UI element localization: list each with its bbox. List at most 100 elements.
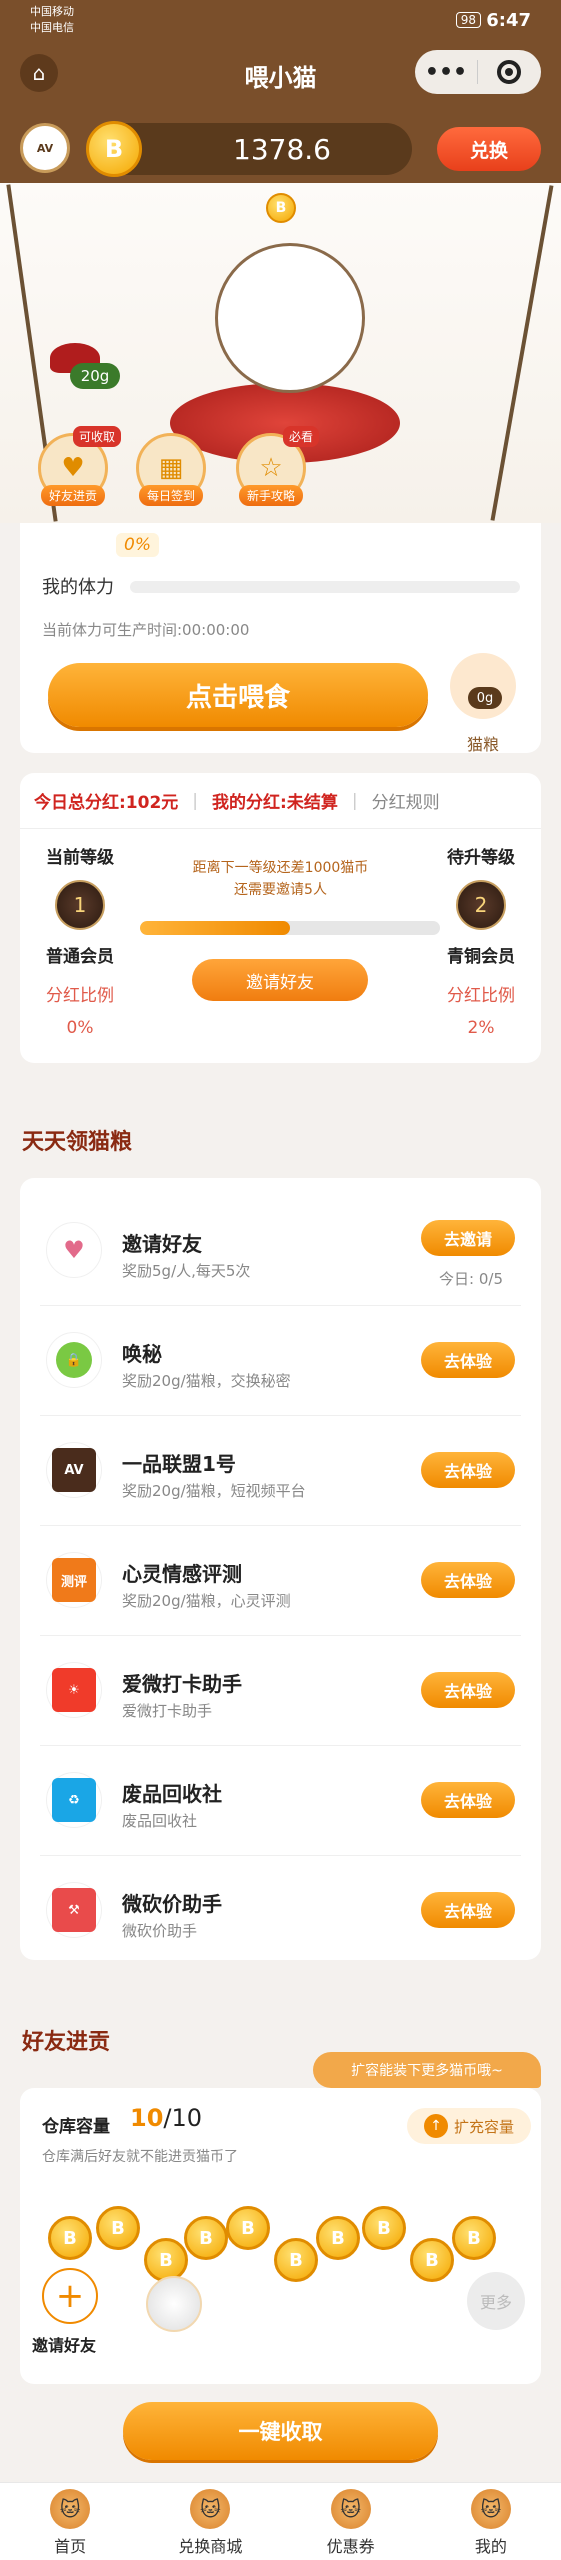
next-ratio-value: 2% [467,1018,495,1038]
must-see-tag: 必看 [282,426,319,447]
nav-bar: ⌂ 喂小猫 ••• [0,40,561,115]
stamina-percent: 0% [116,533,159,557]
lucky-cat-image[interactable] [215,243,365,393]
current-level: 当前等级 1 普通会员 分红比例 0% [30,843,130,1038]
invites-needed: 还需要邀请5人 [234,882,327,898]
close-miniprogram-button[interactable] [478,60,540,84]
tab-coupons[interactable]: 🐱 优惠券 [281,2483,421,2560]
floating-coin-icon[interactable]: B [266,193,296,223]
task-action-button[interactable]: 去体验 [421,1672,515,1708]
lock-icon: 🔒 [46,1332,102,1388]
expand-capacity-button[interactable]: ↑ 扩充容量 [407,2108,531,2144]
tribute-coin-icon[interactable]: B [316,2216,360,2260]
tribute-coin-icon[interactable]: B [96,2206,140,2250]
bonus-header: 今日总分红:102元 | 我的分红:未结算 | 分红规则 [20,773,541,829]
expand-tooltip: 扩容能装下更多猫币哦~ [313,2052,541,2088]
coins-needed: 距离下一等级还差1000猫币 [192,860,369,876]
tab-bar: 🐱 首页 🐱 兑换商城 🐱 优惠券 🐱 我的 [0,2482,561,2560]
miniprogram-capsule: ••• [415,50,541,94]
tribute-coin-icon[interactable]: B [362,2206,406,2250]
friend-tribute-title: 好友进贡 [22,2030,111,2055]
collect-all-button[interactable]: 一键收取 [123,2402,438,2460]
friend-tribute-button[interactable]: ♥ 可收取 好友进贡 [38,426,121,506]
sun-icon: ☀ [46,1662,102,1718]
brand-logo: AV [20,123,70,173]
cat-icon: 🐱 [330,2489,371,2529]
tribute-coin-icon[interactable]: B [184,2216,228,2260]
invite-friends-button[interactable]: 邀请好友 [192,959,368,1001]
invite-friends-label: 邀请好友 [32,2336,97,2355]
daily-checkin-button[interactable]: ▦ 每日签到 [136,433,206,506]
task-title: 邀请好友 [122,1232,202,1256]
beginner-guide-button[interactable]: ☆ 必看 新手攻略 [236,426,319,506]
today-total-bonus: 今日总分红:102元 [34,793,179,813]
av-logo-icon: AV [46,1442,102,1498]
next-level-title: 待升等级 [447,848,515,868]
tribute-coin-icon[interactable]: B [48,2216,92,2260]
capacity-used: 10 [130,2104,164,2132]
tribute-coin-icon[interactable]: B [226,2206,270,2250]
cat-icon: 🐱 [50,2489,91,2529]
more-button[interactable]: ••• [415,60,477,85]
current-ratio-value: 0% [66,1018,94,1038]
stamina-card: 0% 我的体力 当前体力可生产时间:00:00:00 点击喂食 0g 猫粮 [20,523,541,754]
collectible-tag: 可收取 [72,426,121,447]
tab-label: 兑换商城 [178,2537,243,2556]
cat-icon: 🐱 [190,2489,231,2529]
battery-level: 98 [455,12,481,28]
vip-badge-icon: 1 [55,880,105,930]
exchange-button[interactable]: 兑换 [437,127,541,171]
avatar[interactable] [146,2276,202,2332]
carrier-2: 中国电信 [30,21,74,34]
balance-pill: B 1378.6 [86,121,412,177]
star-icon: ☆ [259,453,283,483]
tribute-coin-icon[interactable]: B [274,2238,318,2282]
cat-scene: B 20g ♥ 可收取 好友进贡 ▦ 每日签到 ☆ 必看 新手攻略 [0,183,561,523]
feed-button[interactable]: 点击喂食 [48,663,428,727]
task-action-button[interactable]: 去邀请 [421,1220,515,1256]
tribute-coin-icon[interactable]: B [144,2238,188,2282]
next-ratio-label: 分红比例 [447,986,515,1006]
task-action-button[interactable]: 去体验 [421,1562,515,1598]
next-level: 待升等级 2 青铜会员 分红比例 2% [431,843,531,1038]
daily-food-title: 天天领猫粮 [22,1130,133,1155]
produce-time: 当前体力可生产时间:00:00:00 [42,621,250,639]
list-item: ♻ 废品回收社 废品回收社 去体验 [40,1746,521,1856]
task-title: 废品回收社 [122,1782,222,1806]
arrow-up-icon: ↑ [423,2114,448,2138]
next-level-name: 青铜会员 [447,947,515,967]
task-action-button[interactable]: 去体验 [421,1452,515,1488]
tab-home[interactable]: 🐱 首页 [0,2483,140,2560]
current-ratio-label: 分红比例 [46,986,114,1006]
task-action-button[interactable]: 去体验 [421,1342,515,1378]
wallet-bar: AV B 1378.6 兑换 [0,115,561,183]
task-list: ♥ 邀请好友 奖励5g/人,每天5次 去邀请 今日: 0/5 🔒 唤秘 奖励20… [20,1178,541,1960]
level-progress-bar [140,921,440,935]
stamina-label: 我的体力 [42,577,114,598]
task-title: 心灵情感评测 [122,1562,242,1586]
task-action-button[interactable]: 去体验 [421,1782,515,1818]
bonus-rules-link[interactable]: 分红规则 [358,788,454,813]
tribute-coin-icon[interactable]: B [410,2238,454,2282]
friend-tribute-card: 扩容能装下更多猫币哦~ 仓库容量 10/10 仓库满后好友就不能进贡猫币了 ↑ 扩… [20,2052,541,2384]
capacity-total: /10 [163,2104,203,2132]
calendar-icon: ▦ [158,453,184,483]
task-title: 爱微打卡助手 [122,1672,242,1696]
capacity-label: 仓库容量 [42,2117,110,2137]
bowl-food-amount: 20g [70,363,120,389]
add-friend-button[interactable]: + [42,2268,98,2324]
task-title: 微砍价助手 [122,1892,222,1916]
tab-mine[interactable]: 🐱 我的 [421,2483,561,2560]
bonus-card: 今日总分红:102元 | 我的分红:未结算 | 分红规则 当前等级 1 普通会员… [20,773,541,1063]
task-desc: 奖励5g/人,每天5次 [122,1262,251,1280]
capacity-value: 10/10 [130,2104,202,2132]
tab-mall[interactable]: 🐱 兑换商城 [140,2483,280,2560]
brand-logo-text: AV [36,141,54,155]
cat-food-stock[interactable]: 0g 猫粮 [450,653,516,754]
my-bonus: 我的分红:未结算 [212,793,338,813]
task-action-button[interactable]: 去体验 [421,1892,515,1928]
tribute-coin-icon[interactable]: B [452,2216,496,2260]
more-friends-button[interactable]: 更多 [467,2272,525,2330]
task-desc: 爱微打卡助手 [122,1702,213,1720]
status-bar: 中国移动 中国电信 98 6:47 [0,0,561,40]
